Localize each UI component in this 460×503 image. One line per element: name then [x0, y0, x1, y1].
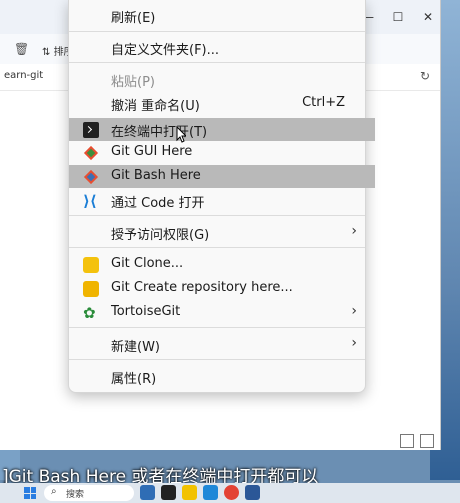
- menu-item-label: Git Clone...: [111, 256, 184, 271]
- menu-item-properties[interactable]: 属性(R): [73, 365, 375, 388]
- vscode-icon: ⟩⟨: [83, 192, 97, 210]
- taskbar: ⌕ 搜索: [0, 483, 460, 503]
- menu-item-paste: 粘贴(P): [73, 68, 375, 91]
- delete-icon[interactable]: 🗑: [14, 42, 29, 56]
- menu-separator: [69, 31, 365, 32]
- menu-item-label: Git GUI Here: [111, 144, 193, 159]
- file-explorer-icon[interactable]: [182, 485, 197, 500]
- menu-item-label: 授予访问权限(G): [111, 228, 210, 243]
- mouse-cursor-icon: [176, 126, 186, 143]
- chevron-right-icon: ›: [351, 335, 357, 351]
- menu-separator: [69, 62, 365, 63]
- widgets-icon[interactable]: [140, 485, 155, 500]
- close-icon[interactable]: ✕: [420, 10, 436, 24]
- refresh-icon[interactable]: ↻: [420, 69, 430, 83]
- menu-item-new[interactable]: 新建(W) ›: [73, 333, 375, 356]
- start-icon[interactable]: [24, 487, 36, 499]
- menu-item-label: 撤消 重命名(U): [111, 99, 200, 114]
- chevron-right-icon: ›: [351, 223, 357, 239]
- menu-item-label: 通过 Code 打开: [111, 196, 205, 211]
- menu-item-git-create-repo[interactable]: Git Create repository here...: [73, 277, 375, 300]
- chevron-right-icon: ›: [351, 303, 357, 319]
- menu-item-label: 自定义文件夹(F)...: [111, 43, 220, 58]
- maximize-icon[interactable]: ☐: [390, 10, 406, 24]
- taskbar-apps: [140, 485, 260, 500]
- menu-item-label: 刷新(E): [111, 11, 156, 26]
- menu-item-git-gui-here[interactable]: Git GUI Here: [73, 141, 375, 164]
- menu-item-undo-rename[interactable]: 撤消 重命名(U) Ctrl+Z: [73, 92, 375, 115]
- menu-item-git-bash-here[interactable]: Git Bash Here: [69, 165, 375, 188]
- details-view-icon[interactable]: [400, 434, 414, 448]
- menu-item-tortoisegit[interactable]: ✿ TortoiseGit ›: [73, 301, 375, 324]
- menu-item-customize-folder[interactable]: 自定义文件夹(F)...: [73, 36, 375, 59]
- menu-separator: [69, 247, 365, 248]
- menu-item-label: Git Bash Here: [111, 168, 201, 183]
- menu-separator: [69, 359, 365, 360]
- git-create-repo-icon: [83, 281, 99, 297]
- menu-item-git-clone[interactable]: Git Clone...: [73, 253, 375, 276]
- task-view-icon[interactable]: [161, 485, 176, 500]
- menu-item-label: 属性(R): [111, 372, 157, 387]
- tiles-view-icon[interactable]: [420, 434, 434, 448]
- menu-item-open-with-code[interactable]: ⟩⟨ 通过 Code 打开: [73, 189, 375, 212]
- menu-item-label: 粘贴(P): [111, 75, 155, 90]
- menu-item-label: Git Create repository here...: [111, 280, 293, 295]
- chrome-icon[interactable]: [224, 485, 239, 500]
- menu-item-refresh[interactable]: 刷新(E): [73, 4, 375, 27]
- git-clone-icon: [83, 257, 99, 273]
- menu-item-label: 在终端中打开(T): [111, 125, 208, 140]
- menu-item-label: 新建(W): [111, 340, 160, 355]
- edge-icon[interactable]: [203, 485, 218, 500]
- menu-item-label: TortoiseGit: [111, 304, 181, 319]
- git-gui-icon: [83, 145, 99, 161]
- menu-item-grant-access[interactable]: 授予访问权限(G) ›: [73, 221, 375, 244]
- menu-separator: [69, 215, 365, 216]
- menu-item-shortcut: Ctrl+Z: [302, 95, 345, 110]
- menu-item-open-in-terminal[interactable]: 在终端中打开(T): [69, 118, 375, 141]
- terminal-icon: [83, 122, 99, 138]
- context-menu: 刷新(E) 自定义文件夹(F)... 粘贴(P) 撤消 重命名(U) Ctrl+…: [68, 0, 375, 393]
- search-icon: ⌕: [51, 486, 57, 497]
- search-placeholder: 搜索: [66, 490, 85, 500]
- vscode-taskbar-icon[interactable]: [245, 485, 260, 500]
- taskbar-search[interactable]: ⌕ 搜索: [44, 485, 134, 501]
- git-bash-icon: [83, 169, 99, 185]
- address-path: earn-git: [4, 70, 44, 81]
- status-bar: [0, 432, 440, 450]
- menu-separator: [69, 327, 365, 328]
- tortoisegit-icon: ✿: [83, 304, 96, 322]
